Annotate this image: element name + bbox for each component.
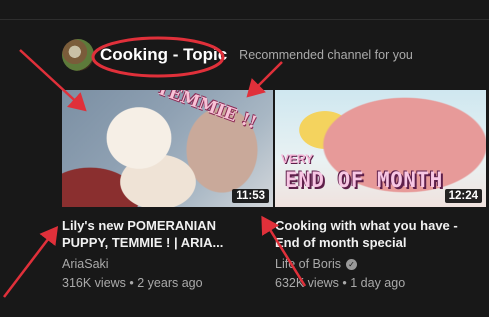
top-divider — [0, 19, 489, 20]
video-card[interactable]: TEMMIE !! 11:53 Lily's new POMERANIAN PU… — [62, 90, 273, 293]
annotation-arrow — [3, 226, 59, 298]
channel-name-link[interactable]: AriaSaki — [62, 255, 273, 274]
duration-badge: 11:53 — [232, 189, 269, 203]
video-title-line: End of month special — [275, 235, 407, 250]
channel-name: AriaSaki — [62, 257, 109, 271]
video-title-line: PUPPY, TEMMIE ! | ARIA... — [62, 235, 224, 250]
video-title-link[interactable]: Cooking with what you have - End of mont… — [275, 217, 486, 251]
video-stats: 316K views • 2 years ago — [62, 276, 203, 290]
recommended-label: Recommended channel for you — [239, 48, 413, 62]
shelf-header: Cooking - Topic Recommended channel for … — [62, 38, 413, 72]
video-thumbnail[interactable]: TEMMIE !! 11:53 — [62, 90, 273, 207]
video-stats: 632K views • 1 day ago — [275, 276, 406, 290]
duration-badge: 12:24 — [444, 189, 482, 203]
thumbnail-caption: END OF MONTH — [285, 168, 443, 192]
thumbnail-caption-small: VERY — [281, 152, 314, 166]
video-title-link[interactable]: Lily's new POMERANIAN PUPPY, TEMMIE ! | … — [62, 217, 273, 251]
thumbnail-caption: TEMMIE !! — [153, 90, 260, 134]
video-thumbnail[interactable]: VERY END OF MONTH 12:24 — [275, 90, 486, 207]
check-icon: ✓ — [346, 259, 358, 270]
channel-name-link[interactable]: Life of Boris ✓ — [275, 255, 486, 274]
channel-name: Life of Boris — [275, 257, 342, 271]
video-card[interactable]: VERY END OF MONTH 12:24 Cooking with wha… — [275, 90, 486, 293]
video-title-line: Lily's new POMERANIAN — [62, 218, 217, 233]
channel-title-link[interactable]: Cooking - Topic — [100, 45, 227, 65]
channel-avatar[interactable] — [62, 39, 94, 71]
video-title-line: Cooking with what you have - — [275, 218, 458, 233]
